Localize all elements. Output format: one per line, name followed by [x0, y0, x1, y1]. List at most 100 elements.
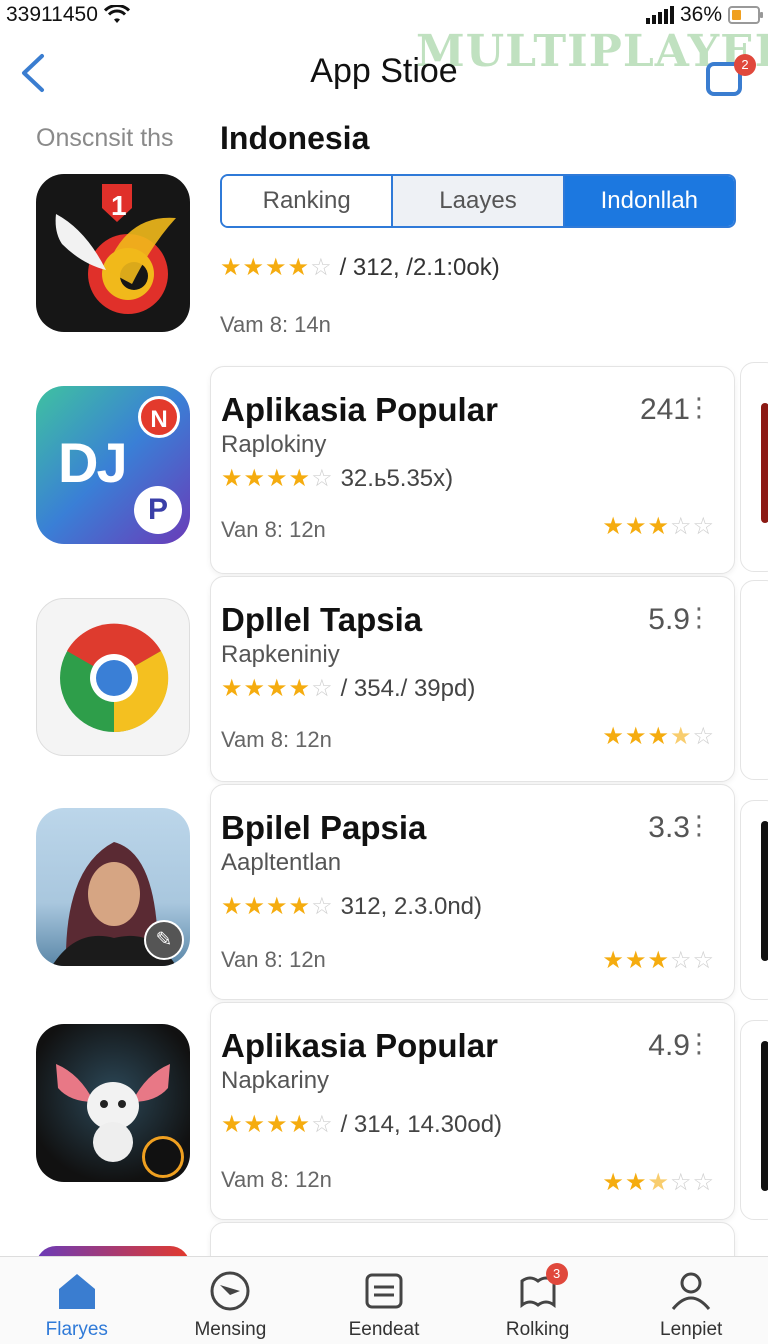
star-icon: ★: [265, 254, 287, 281]
peek-card: [740, 362, 768, 572]
home-icon: [58, 1274, 95, 1309]
app-rating: ★ ★ ★ ★ ☆ 32.ь5.35x): [221, 465, 453, 493]
tab-flaryes[interactable]: Flaryes: [0, 1257, 154, 1344]
tab-label: Lenpiet: [660, 1319, 723, 1340]
segmented-control: Ranking Laayes Indonllah: [220, 174, 736, 228]
star-icon: ★: [624, 1169, 647, 1196]
featured-rank-badge: 1: [111, 190, 127, 221]
more-menu-icon[interactable]: ⋮: [686, 394, 712, 420]
star-icon: ★: [669, 723, 692, 750]
star-icon: ★: [602, 947, 624, 974]
app-icon-dj[interactable]: DJ N P: [36, 386, 190, 544]
app-score: 241: [639, 393, 690, 426]
edit-pencil-icon[interactable]: ✎: [144, 920, 184, 960]
app-title: Bpilel Papsia: [221, 809, 427, 846]
star-icon: ★: [266, 1111, 288, 1138]
status-left: 33911450: [6, 3, 130, 27]
app-icon-ring-badge: [142, 1136, 184, 1178]
featured-time: Vam 8: 14n: [220, 312, 331, 337]
featured-rating: ★ ★ ★ ★ ☆ / 312, /2.1:0ok): [220, 254, 500, 282]
tab-label: Flaryes: [45, 1319, 108, 1340]
tab-lenpiet[interactable]: Lenpiet: [614, 1257, 768, 1344]
compass-icon: [210, 1271, 250, 1311]
tab-rolking[interactable]: 3 Rolking: [461, 1257, 615, 1344]
more-menu-icon[interactable]: ⋮: [686, 604, 712, 630]
tab-mensing[interactable]: Mensing: [154, 1257, 308, 1344]
app-time: Van 8: 12n: [221, 947, 326, 972]
app-score: 4.9: [648, 1029, 690, 1062]
app-time: Vam 8: 12n: [221, 727, 332, 752]
star-icon: ☆: [692, 513, 714, 540]
side-label: Onscnsit ths: [36, 124, 174, 152]
star-icon: ★: [288, 675, 311, 702]
star-icon: ★: [624, 513, 647, 540]
app-card[interactable]: Bpilel Papsia Aapltentlan ★ ★ ★ ★ ☆ 312, 2.3…: [210, 784, 735, 1000]
featured-app-icon[interactable]: 1: [36, 174, 190, 332]
status-right: 36%: [645, 3, 763, 27]
battery-icon: [728, 6, 763, 24]
app-icon-text: DJ: [58, 431, 128, 494]
star-icon: ☆: [310, 254, 332, 281]
star-icon: ☆: [311, 465, 333, 492]
app-title: Aplikasia Popular: [221, 1027, 498, 1064]
star-icon: ★: [288, 893, 311, 920]
app-score: 3.3: [648, 811, 690, 844]
tab-label: Mensing: [194, 1319, 267, 1340]
app-title: Aplikasia Popular: [221, 391, 498, 428]
wifi-icon: [103, 5, 130, 23]
app-card[interactable]: Aplikasia Popular Napkariny ★ ★ ★ ★ ☆ / 314,…: [210, 1002, 735, 1220]
app-icon-badge-p: P: [134, 486, 182, 534]
more-menu-icon[interactable]: ⋮: [686, 812, 712, 838]
tab-laayes[interactable]: Laayes: [391, 176, 563, 226]
star-icon: ★: [221, 675, 243, 702]
star-icon: ☆: [692, 1169, 714, 1196]
status-time: 33911450: [6, 3, 98, 26]
star-icon: ★: [624, 947, 647, 974]
tab-label: Eendeat: [348, 1319, 420, 1340]
star-icon: ☆: [311, 675, 333, 702]
app-subtitle: Aapltentlan: [221, 849, 342, 876]
star-icon: ★: [287, 254, 310, 281]
star-icon: ★: [288, 1111, 311, 1138]
app-rating-text: 312, 2.3.0nd): [340, 893, 483, 920]
star-icon: ☆: [311, 893, 333, 920]
app-inline-stars: ★ ★ ★ ★ ☆: [221, 895, 333, 919]
app-inline-stars: ★ ★ ★ ★ ☆: [221, 1113, 333, 1137]
app-rating: ★ ★ ★ ★ ☆ 312, 2.3.0nd): [221, 893, 482, 921]
nav-bar: App Stioe 2: [0, 40, 768, 110]
star-icon: ★: [220, 254, 242, 281]
star-icon: ★: [602, 723, 624, 750]
app-rating-text: 32.ь5.35x): [340, 465, 454, 492]
app-card[interactable]: Aplikasia Popular Raplokiny ★ ★ ★ ★ ☆ 32.ь5.…: [210, 366, 735, 574]
star-icon: ★: [243, 1111, 266, 1138]
app-card[interactable]: Dpllel Tapsia Rapkeniniy ★ ★ ★ ★ ☆ / 354./ 3…: [210, 576, 735, 782]
app-inline-stars: ★ ★ ★ ★ ☆: [221, 677, 333, 701]
app-inline-stars: ★ ★ ★ ★ ☆: [221, 467, 333, 491]
app-icon-creature[interactable]: [36, 1024, 190, 1182]
star-icon: ☆: [669, 1169, 692, 1196]
app-rating: ★ ★ ★ ★ ☆ / 314, 14.30od): [221, 1111, 502, 1139]
star-icon: ★: [288, 465, 311, 492]
tab-eendeat[interactable]: Eendeat: [307, 1257, 461, 1344]
star-icon: ★: [243, 465, 266, 492]
app-icon-portrait[interactable]: ✎: [36, 808, 190, 966]
star-icon: ☆: [669, 947, 692, 974]
tab-badge: 3: [545, 1263, 568, 1285]
app-rating-text: / 354./ 39pd): [340, 675, 476, 702]
more-menu-icon[interactable]: ⋮: [686, 1030, 712, 1056]
star-icon: ☆: [692, 947, 714, 974]
app-icon-chrome[interactable]: [36, 598, 190, 756]
star-icon: ★: [647, 947, 669, 974]
star-icon: ☆: [692, 723, 714, 750]
tab-indonllah[interactable]: Indonllah: [562, 176, 734, 226]
app-rating-text: / 314, 14.30od): [340, 1111, 503, 1138]
app-rating-stars: ★ ★ ★ ★ ☆: [602, 725, 714, 749]
star-icon: ★: [602, 1169, 624, 1196]
page-title: App Stioe: [310, 52, 458, 90]
tab-ranking[interactable]: Ranking: [222, 176, 392, 226]
star-icon: ★: [221, 893, 243, 920]
star-icon: ★: [647, 1169, 669, 1196]
notification-badge: 2: [734, 54, 756, 76]
featured-rating-text: / 312, /2.1:0ok): [339, 254, 500, 281]
bottom-tab-bar: Flaryes Mensing Eendeat 3 Rolking Lenpie…: [0, 1256, 768, 1344]
